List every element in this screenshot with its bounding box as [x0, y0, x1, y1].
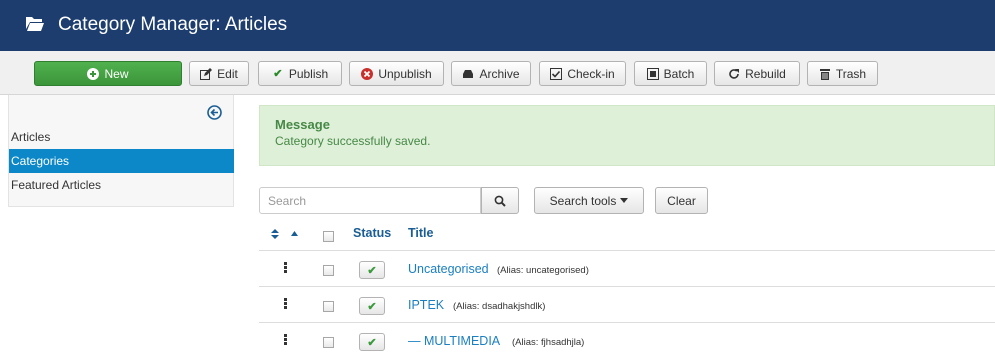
category-title-link[interactable]: IPTEK	[408, 298, 444, 312]
search-button[interactable]	[481, 187, 519, 214]
edit-button-label: Edit	[217, 66, 238, 81]
new-button[interactable]: New	[34, 61, 182, 86]
category-alias: (Alias: uncategorised)	[497, 265, 589, 276]
sidebar-item-label: Categories	[11, 154, 70, 168]
unpublish-icon	[361, 67, 374, 80]
archive-button[interactable]: Archive	[451, 61, 531, 86]
caret-down-icon	[620, 198, 629, 203]
message-text: Category successfully saved.	[275, 134, 431, 148]
sort-ordering-icon[interactable]	[271, 229, 279, 239]
category-alias: (Alias: dsadhakjshdlk)	[453, 301, 546, 312]
sidebar-item-label: Articles	[11, 130, 51, 144]
sidebar: Articles Categories Featured Articles	[8, 95, 234, 207]
sidebar-item-featured-articles[interactable]: Featured Articles	[9, 173, 234, 197]
unpublish-button-label: Unpublish	[378, 66, 432, 81]
sidebar-item-categories[interactable]: Categories	[9, 149, 234, 173]
batch-button[interactable]: Batch	[634, 61, 707, 86]
trash-icon	[819, 68, 830, 80]
sort-ascending-icon[interactable]	[291, 231, 298, 236]
status-toggle-button[interactable]: ✔	[359, 297, 385, 315]
message-heading: Message	[275, 117, 330, 132]
rebuild-button[interactable]: Rebuild	[714, 61, 800, 86]
checkin-button[interactable]: Check-in	[539, 61, 626, 86]
status-toggle-button[interactable]: ✔	[359, 333, 385, 351]
checkin-button-label: Check-in	[567, 66, 615, 81]
archive-icon	[463, 69, 474, 78]
publish-button-label: Publish	[288, 66, 329, 81]
column-header-title[interactable]: Title	[408, 226, 433, 240]
row-checkbox[interactable]	[323, 301, 334, 312]
clear-button[interactable]: Clear	[655, 187, 708, 214]
trash-button[interactable]: Trash	[807, 61, 878, 86]
new-button-label: New	[104, 66, 129, 81]
category-title-link[interactable]: — MULTIMEDIA	[408, 334, 500, 348]
search-tools-label: Search tools	[549, 193, 617, 208]
search-icon	[494, 195, 506, 207]
table-row: ✔ — MULTIMEDIA (Alias: fjhsadhjla)	[259, 323, 995, 359]
published-check-icon: ✔	[367, 264, 377, 277]
page-header: Category Manager: Articles	[0, 0, 995, 51]
publish-button[interactable]: ✔ Publish	[258, 61, 342, 86]
rebuild-button-label: Rebuild	[745, 66, 786, 81]
plus-circle-icon	[87, 67, 100, 80]
checkbox-icon	[550, 67, 563, 80]
drag-handle-icon[interactable]	[284, 334, 287, 346]
table-row: ✔ IPTEK (Alias: dsadhakjshdlk)	[259, 287, 995, 323]
category-alias: (Alias: fjhsadhjla)	[512, 337, 585, 348]
batch-icon	[646, 67, 659, 80]
drag-handle-icon[interactable]	[284, 262, 287, 274]
row-checkbox[interactable]	[323, 337, 334, 348]
collapse-sidebar-icon[interactable]	[207, 105, 222, 120]
drag-handle-icon[interactable]	[284, 298, 287, 310]
search-input[interactable]	[259, 187, 481, 214]
batch-button-label: Batch	[663, 66, 695, 81]
published-check-icon: ✔	[367, 300, 377, 313]
status-toggle-button[interactable]: ✔	[359, 261, 385, 279]
unpublish-button[interactable]: Unpublish	[349, 61, 444, 86]
column-header-status[interactable]: Status	[353, 226, 391, 240]
edit-icon	[200, 67, 213, 80]
sidebar-item-label: Featured Articles	[11, 178, 102, 192]
page-title: Category Manager: Articles	[58, 14, 288, 35]
search-tools-button[interactable]: Search tools	[534, 187, 644, 214]
check-icon: ✔	[273, 67, 283, 80]
published-check-icon: ✔	[367, 336, 377, 349]
select-all-checkbox[interactable]	[323, 231, 334, 242]
sidebar-item-articles[interactable]: Articles	[9, 125, 234, 149]
clear-button-label: Clear	[667, 193, 696, 208]
folder-open-icon	[26, 17, 44, 31]
table-row: ✔ Uncategorised (Alias: uncategorised)	[259, 251, 995, 287]
trash-button-label: Trash	[835, 66, 867, 81]
toolbar: New Edit ✔ Publish Unpublish Archive Che…	[0, 51, 995, 95]
archive-button-label: Archive	[479, 66, 520, 81]
row-checkbox[interactable]	[323, 265, 334, 276]
category-title-link[interactable]: Uncategorised	[408, 262, 489, 276]
refresh-icon	[729, 68, 740, 79]
success-message: Message Category successfully saved.	[259, 105, 995, 166]
edit-button[interactable]: Edit	[189, 61, 249, 86]
table-header: Status Title	[259, 222, 995, 251]
